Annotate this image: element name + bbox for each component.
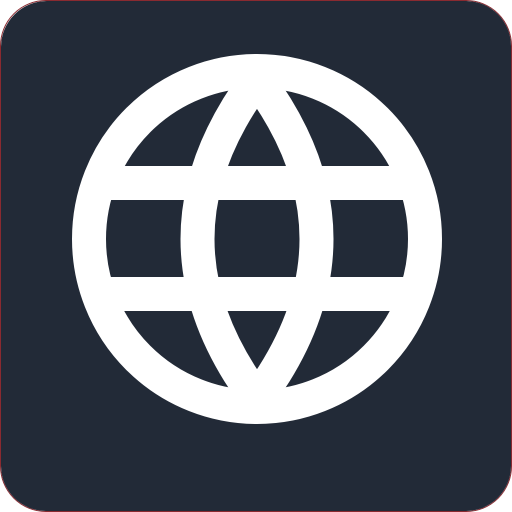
app-icon-tile[interactable]: [0, 0, 512, 512]
globe-icon: [1, 1, 511, 511]
